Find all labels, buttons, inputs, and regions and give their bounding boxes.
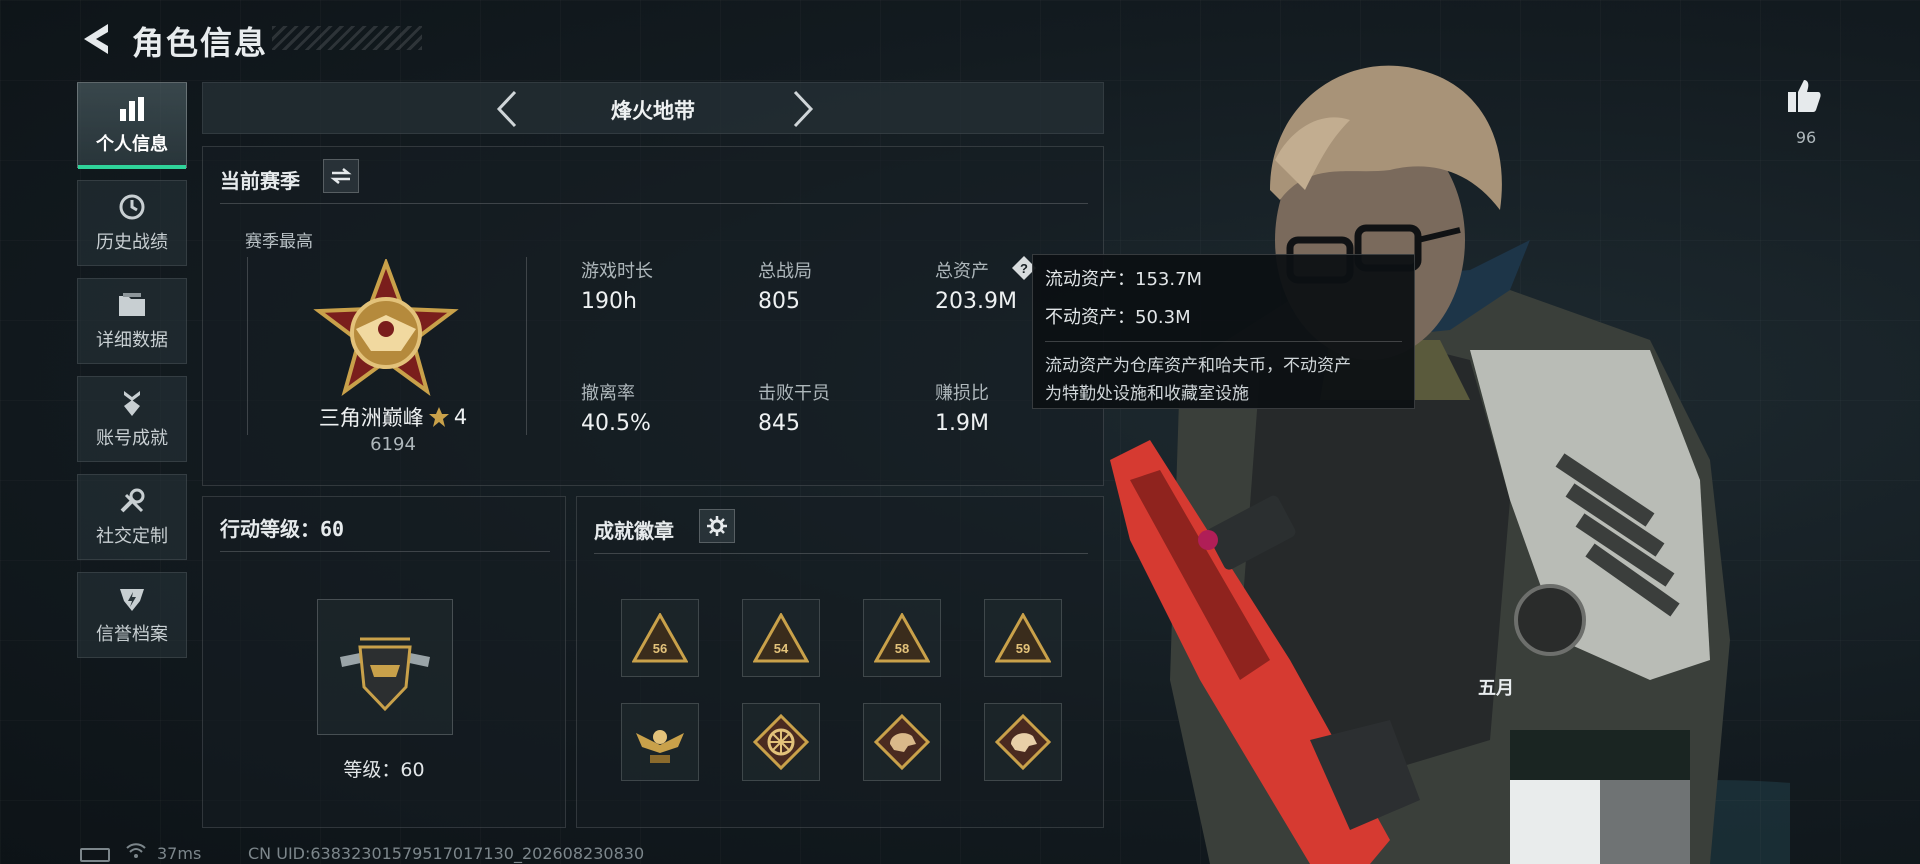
achievement-badge[interactable]: [621, 703, 699, 781]
chevron-right-icon: [793, 90, 814, 128]
badge-58-icon: 58: [874, 613, 930, 663]
achievements-divider: [594, 553, 1088, 554]
stat-label-playtime: 游戏时长: [581, 261, 653, 282]
sidebar-item-label: 历史战绩: [96, 232, 168, 253]
tooltip-divider: [1045, 341, 1402, 342]
achievement-badge[interactable]: 56: [621, 599, 699, 677]
folder-icon: [116, 290, 148, 320]
achievement-badge[interactable]: 54: [742, 599, 820, 677]
uid-text: CN UID:63832301579517017130_202608230830: [248, 844, 645, 863]
gear-icon: [707, 516, 727, 536]
sidebar-item-social[interactable]: 社交定制: [77, 474, 187, 560]
wifi-icon: [126, 842, 146, 860]
assets-tooltip: 流动资产：153.7M 不动资产：50.3M 流动资产为仓库资产和哈夫币，不动资…: [1032, 254, 1415, 409]
sidebar-item-label: 信誉档案: [96, 624, 168, 645]
mode-selector: 烽火地带: [202, 82, 1104, 134]
like-count: 96: [1795, 128, 1817, 147]
sidebar-item-history[interactable]: 历史战绩: [77, 180, 187, 266]
sidebar-item-label: 账号成就: [96, 428, 168, 449]
level-title: 行动等级：60: [220, 517, 345, 541]
sidebar-item-detailed-data[interactable]: 详细数据: [77, 278, 187, 364]
clock-icon: [116, 192, 148, 222]
back-button[interactable]: [78, 20, 114, 58]
stat-value-playtime: 190h: [581, 289, 637, 314]
badge-54-icon: 54: [753, 613, 809, 663]
achievements-title: 成就徽章: [594, 519, 674, 543]
title-decoration: [272, 26, 422, 50]
svg-text:59: 59: [1016, 641, 1030, 656]
season-panel: 当前赛季 赛季最高 三角洲巅峰 4 6194 游戏时长 190h 总战局 805…: [202, 146, 1104, 486]
badge-59-icon: 59: [995, 613, 1051, 663]
achievement-badge[interactable]: [742, 703, 820, 781]
rank-name-row: 三角洲巅峰 4: [303, 402, 483, 432]
wrench-icon: [116, 486, 148, 516]
character-name: 五月: [1478, 678, 1514, 699]
sidebar-item-label: 个人信息: [96, 134, 168, 155]
achievement-badge[interactable]: 59: [984, 599, 1062, 677]
eagle-badge-icon: [636, 730, 684, 763]
bar-chart-icon: [116, 94, 148, 124]
swap-icon: [330, 168, 352, 184]
mode-next-button[interactable]: [783, 83, 823, 135]
stat-value-total-assets: 203.9M: [935, 289, 1017, 314]
sidebar-item-achievements[interactable]: 账号成就: [77, 376, 187, 462]
season-best-label: 赛季最高: [245, 232, 313, 252]
page-title: 角色信息: [132, 24, 269, 62]
season-switch-button[interactable]: [323, 159, 359, 193]
stat-value-extraction-rate: 40.5%: [581, 411, 651, 436]
sidebar-item-reputation[interactable]: 信誉档案: [77, 572, 187, 658]
sidebar-item-label: 社交定制: [96, 526, 168, 547]
sidebar-item-personal-info[interactable]: 个人信息: [77, 82, 187, 169]
rank-stars: 4: [453, 405, 468, 429]
tooltip-desc-line1: 流动资产为仓库资产和哈夫币，不动资产: [1045, 356, 1351, 376]
rank-emblem-icon: [311, 257, 461, 407]
medal-icon: [116, 388, 148, 418]
stat-value-total-matches: 805: [758, 289, 800, 314]
achievements-settings-button[interactable]: [699, 509, 735, 543]
achievements-panel: 成就徽章 56 54 58 59: [576, 496, 1104, 828]
stat-label-total-assets: 总资产: [935, 261, 989, 282]
thumbs-up-icon: [1788, 80, 1821, 112]
season-divider: [220, 203, 1088, 204]
svg-text:56: 56: [653, 641, 667, 656]
stat-label-total-matches: 总战局: [758, 261, 812, 282]
ping-text: 37ms: [157, 844, 202, 863]
achievement-badge[interactable]: [863, 703, 941, 781]
rank-score: 6194: [370, 434, 416, 455]
level-emblem-icon: [317, 599, 453, 735]
back-arrow-icon: [84, 24, 108, 54]
shield-icon: [116, 584, 148, 614]
star-icon: [428, 407, 449, 427]
dino-badge-icon: [995, 714, 1051, 770]
battery-icon: [80, 848, 110, 862]
level-label: 等级：60: [343, 759, 425, 781]
level-panel: 行动等级：60 等级：60: [202, 496, 566, 828]
stat-label-profit-ratio: 赚损比: [935, 383, 989, 404]
stat-label-kills: 击败干员: [758, 383, 830, 404]
svg-text:58: 58: [895, 641, 909, 656]
mode-title: 烽火地带: [611, 99, 695, 123]
svg-text:?: ?: [1020, 261, 1028, 276]
sidebar-item-label: 详细数据: [96, 330, 168, 351]
achievement-badge[interactable]: [984, 703, 1062, 781]
achievement-badge[interactable]: 58: [863, 599, 941, 677]
badge-56-icon: 56: [632, 613, 688, 663]
season-title: 当前赛季: [220, 169, 300, 193]
stat-label-extraction-rate: 撤离率: [581, 383, 635, 404]
level-divider: [220, 551, 550, 552]
stat-value-profit-ratio: 1.9M: [935, 411, 989, 436]
tooltip-fixed-assets: 不动资产：50.3M: [1045, 307, 1191, 328]
dino-badge-icon: [874, 714, 930, 770]
wheel-badge-icon: [753, 714, 809, 770]
tooltip-desc-line2: 为特勤处设施和收藏室设施: [1045, 384, 1249, 404]
like-button[interactable]: [1786, 78, 1822, 116]
rank-name: 三角洲巅峰: [318, 406, 424, 430]
stat-value-kills: 845: [758, 411, 800, 436]
svg-text:54: 54: [774, 641, 789, 656]
tooltip-liquid-assets: 流动资产：153.7M: [1045, 269, 1203, 290]
character-illustration: 五月: [1090, 40, 1920, 864]
